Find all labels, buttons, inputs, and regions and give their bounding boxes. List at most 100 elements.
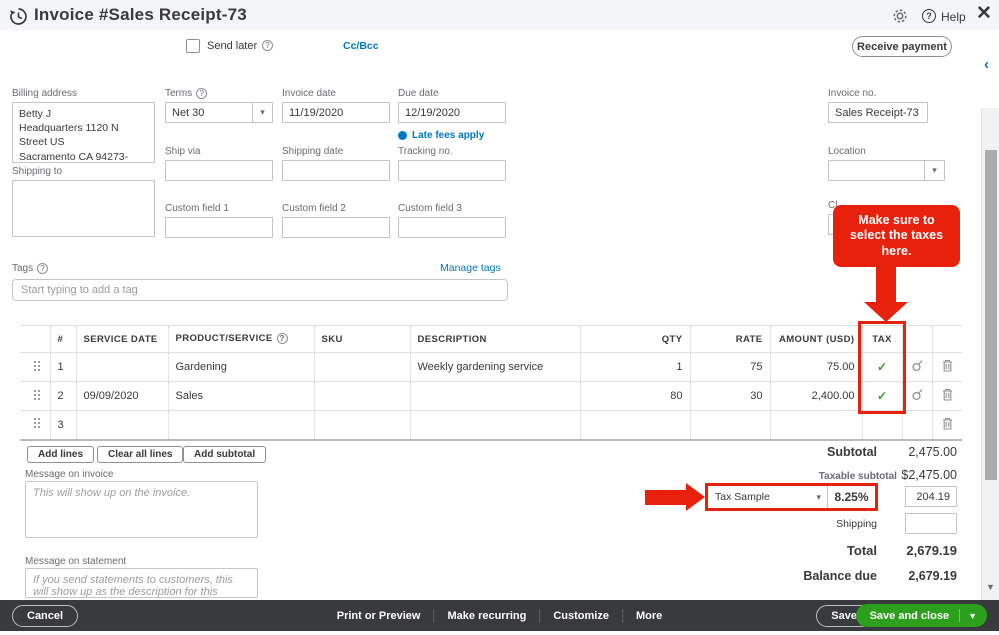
tags-help-icon[interactable]: ?	[37, 263, 48, 274]
product-cell[interactable]: Sales	[168, 382, 314, 411]
scrollbar-thumb[interactable]	[985, 150, 997, 480]
make-recurring-button[interactable]: Make recurring	[434, 610, 539, 622]
receive-payment-button[interactable]: Receive payment	[852, 36, 952, 57]
add-subtotal-button[interactable]: Add subtotal	[183, 446, 266, 463]
collapse-drawer-chevron-icon[interactable]: ‹	[984, 56, 989, 73]
sku-cell[interactable]	[314, 353, 410, 382]
custom-field-2-label: Custom field 2	[282, 203, 390, 214]
amount-cell[interactable]: 2,400.00	[770, 382, 862, 411]
col-tax: TAX	[862, 326, 902, 353]
qty-cell[interactable]: 80	[580, 382, 690, 411]
drag-handle-icon[interactable]	[20, 353, 50, 382]
row-num: 3	[50, 411, 76, 440]
gear-icon[interactable]	[892, 8, 908, 24]
tax-checkmark-icon[interactable]: ✓	[877, 389, 887, 403]
shipping-amount-input[interactable]	[905, 513, 957, 534]
rate-cell[interactable]: 30	[690, 382, 770, 411]
rate-cell[interactable]	[690, 411, 770, 440]
product-service-help-icon[interactable]: ?	[277, 333, 288, 344]
close-icon[interactable]: ✕	[976, 5, 992, 23]
row-num: 1	[50, 353, 76, 382]
shipping-date-input[interactable]	[282, 160, 390, 181]
customize-button[interactable]: Customize	[540, 610, 622, 622]
col-actions-1	[902, 326, 932, 353]
message-on-invoice-input[interactable]	[25, 481, 258, 538]
line-items-table: # SERVICE DATE PRODUCT/SERVICE? SKU DESC…	[20, 325, 962, 441]
tax-amount-input[interactable]	[905, 486, 957, 507]
sku-cell[interactable]	[314, 382, 410, 411]
sku-cell[interactable]	[314, 411, 410, 440]
amount-cell[interactable]	[770, 411, 862, 440]
custom-field-3-input[interactable]	[398, 217, 506, 238]
trash-icon[interactable]	[940, 359, 956, 372]
terms-select[interactable]: Net 30 ▾	[165, 102, 273, 123]
trash-icon[interactable]	[940, 417, 956, 430]
price-rule-icon[interactable]	[910, 359, 925, 372]
col-actions-2	[932, 326, 962, 353]
shipping-to-input[interactable]	[12, 180, 155, 237]
ship-via-input[interactable]	[165, 160, 273, 181]
description-cell[interactable]: Weekly gardening service	[410, 353, 580, 382]
send-later-label: Send later	[207, 40, 257, 52]
amount-cell[interactable]: 75.00	[770, 353, 862, 382]
subtotal-value: 2,475.00	[908, 445, 957, 459]
tax-cell[interactable]	[862, 411, 902, 440]
invoice-no-label: Invoice no.	[828, 88, 928, 99]
ccbcc-link[interactable]: Cc/Bcc	[343, 40, 379, 52]
send-later-checkbox[interactable]	[186, 39, 200, 53]
product-cell[interactable]: Gardening	[168, 353, 314, 382]
add-lines-button[interactable]: Add lines	[27, 446, 94, 463]
invoice-date-input[interactable]	[282, 102, 390, 123]
invoice-no-input[interactable]	[828, 102, 928, 123]
tax-rate-group: Tax Sample ▾ 8.25%	[705, 483, 878, 511]
qty-cell[interactable]: 1	[580, 353, 690, 382]
print-or-preview-button[interactable]: Print or Preview	[324, 610, 434, 622]
help-icon[interactable]: ?	[922, 9, 936, 23]
scrollbar-track[interactable]: ▼	[981, 108, 999, 600]
invoice-window: Invoice #Sales Receipt-73 ? Help ✕ Send …	[0, 0, 999, 635]
chevron-down-icon[interactable]: ▼	[959, 609, 987, 622]
service-date-cell[interactable]	[76, 411, 168, 440]
tracking-no-input[interactable]	[398, 160, 506, 181]
billing-address-input[interactable]: Betty J Headquarters 1120 N Street US Sa…	[12, 102, 155, 163]
rate-cell[interactable]: 75	[690, 353, 770, 382]
due-date-input[interactable]	[398, 102, 506, 123]
invoice-date-field: Invoice date	[282, 88, 390, 123]
col-qty: QTY	[580, 326, 690, 353]
send-later-help-icon[interactable]: ?	[262, 40, 273, 51]
location-field: Location ▾	[828, 146, 945, 181]
trash-icon[interactable]	[940, 388, 956, 401]
description-cell[interactable]	[410, 411, 580, 440]
drag-handle-icon[interactable]	[20, 382, 50, 411]
tags-input[interactable]	[12, 279, 508, 301]
tax-checkmark-icon[interactable]: ✓	[877, 360, 887, 374]
manage-tags-link[interactable]: Manage tags	[440, 262, 501, 274]
qty-cell[interactable]	[580, 411, 690, 440]
custom-field-1-input[interactable]	[165, 217, 273, 238]
cancel-button[interactable]: Cancel	[12, 605, 78, 627]
service-date-cell[interactable]	[76, 353, 168, 382]
terms-help-icon[interactable]: ?	[196, 88, 207, 99]
row-num: 2	[50, 382, 76, 411]
help-label[interactable]: Help	[941, 10, 966, 24]
tags-label: Tags	[12, 263, 33, 274]
location-select[interactable]: ▾	[828, 160, 945, 181]
service-date-cell[interactable]: 09/09/2020	[76, 382, 168, 411]
scrollbar-down-arrow-icon[interactable]: ▼	[986, 582, 995, 592]
drag-handle-icon[interactable]	[20, 411, 50, 440]
shipping-label: Shipping	[836, 518, 877, 530]
late-fees-note: Late fees apply	[398, 130, 484, 141]
price-rule-icon[interactable]	[910, 388, 925, 401]
due-date-label: Due date	[398, 88, 506, 99]
description-cell[interactable]	[410, 382, 580, 411]
location-label: Location	[828, 146, 945, 157]
save-and-close-button[interactable]: Save and close ▼	[856, 604, 987, 627]
annotation-arrow-down	[876, 266, 896, 302]
tax-select[interactable]: Tax Sample ▾	[708, 486, 827, 508]
col-rate: RATE	[690, 326, 770, 353]
clear-all-lines-button[interactable]: Clear all lines	[97, 446, 183, 463]
more-button[interactable]: More	[623, 610, 675, 622]
product-cell[interactable]	[168, 411, 314, 440]
message-on-statement-input[interactable]	[25, 568, 258, 598]
custom-field-2-input[interactable]	[282, 217, 390, 238]
